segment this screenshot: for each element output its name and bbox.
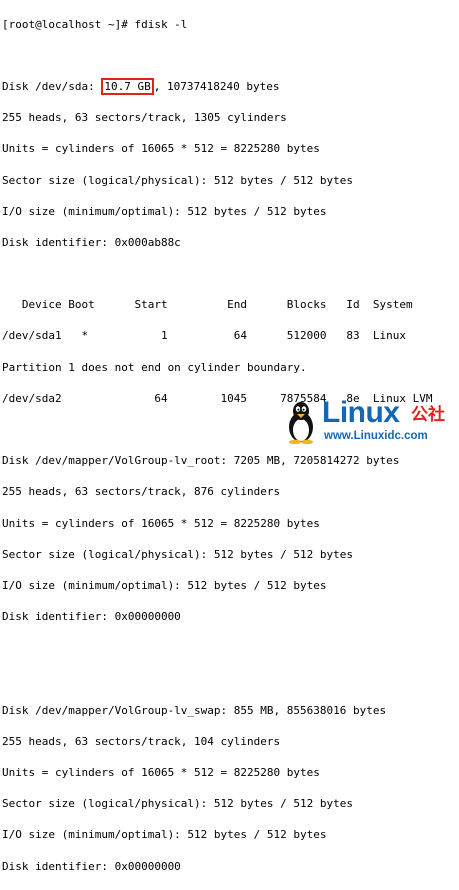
lv-root-identifier-line: Disk identifier: 0x00000000 — [2, 610, 181, 624]
watermark-brand: Linux — [322, 396, 400, 429]
lv-swap-geometry-line: 255 heads, 63 sectors/track, 104 cylinde… — [2, 734, 281, 748]
linuxidc-watermark: Linux 公社 www.Linuxidc.com — [286, 396, 456, 446]
sda-geometry-line: 255 heads, 63 sectors/track, 1305 cylind… — [2, 111, 287, 125]
partition-warning-line: Partition 1 does not end on cylinder bou… — [2, 360, 307, 374]
lv-root-geometry-line: 255 heads, 63 sectors/track, 876 cylinde… — [2, 485, 281, 499]
lv-root-disk-line: Disk /dev/mapper/VolGroup-lv_root: 7205 … — [2, 454, 400, 468]
partition-row-sda1: /dev/sda1 * 1 64 512000 83 Linux — [2, 329, 406, 343]
sda-size-highlight: 10.7 GB — [101, 77, 154, 95]
lv-swap-sector-size-line: Sector size (logical/physical): 512 byte… — [2, 797, 353, 811]
lv-root-units-line: Units = cylinders of 16065 * 512 = 82252… — [2, 516, 320, 530]
sda-units-line: Units = cylinders of 16065 * 512 = 82252… — [2, 142, 320, 156]
lv-swap-identifier-line: Disk identifier: 0x00000000 — [2, 859, 181, 873]
tux-penguin-icon — [289, 402, 313, 444]
partition-table-header: Device Boot Start End Blocks Id System — [2, 298, 413, 312]
sda-disk-suffix: , 10737418240 bytes — [153, 79, 280, 93]
lv-swap-units-line: Units = cylinders of 16065 * 512 = 82252… — [2, 766, 320, 780]
watermark-url: www.Linuxidc.com — [324, 430, 428, 442]
watermark-cn-text: 公社 — [411, 405, 445, 425]
sda-disk-line: Disk /dev/sda: 10.7 GB, 10737418240 byte… — [2, 77, 459, 95]
lv-root-sector-size-line: Sector size (logical/physical): 512 byte… — [2, 547, 353, 561]
sda-identifier-line: Disk identifier: 0x000ab88c — [2, 235, 181, 249]
sda-io-size-line: I/O size (minimum/optimal): 512 bytes / … — [2, 204, 327, 218]
terminal-output[interactable]: [root@localhost ~]# fdisk -l Disk /dev/s… — [0, 0, 459, 873]
shell-prompt-line: [root@localhost ~]# fdisk -l — [2, 17, 188, 31]
sda-sector-size-line: Sector size (logical/physical): 512 byte… — [2, 173, 353, 187]
lv-swap-disk-line: Disk /dev/mapper/VolGroup-lv_swap: 855 M… — [2, 703, 387, 717]
sda-disk-prefix: Disk /dev/sda: — [2, 79, 102, 93]
lv-root-io-size-line: I/O size (minimum/optimal): 512 bytes / … — [2, 578, 327, 592]
lv-swap-io-size-line: I/O size (minimum/optimal): 512 bytes / … — [2, 828, 327, 842]
